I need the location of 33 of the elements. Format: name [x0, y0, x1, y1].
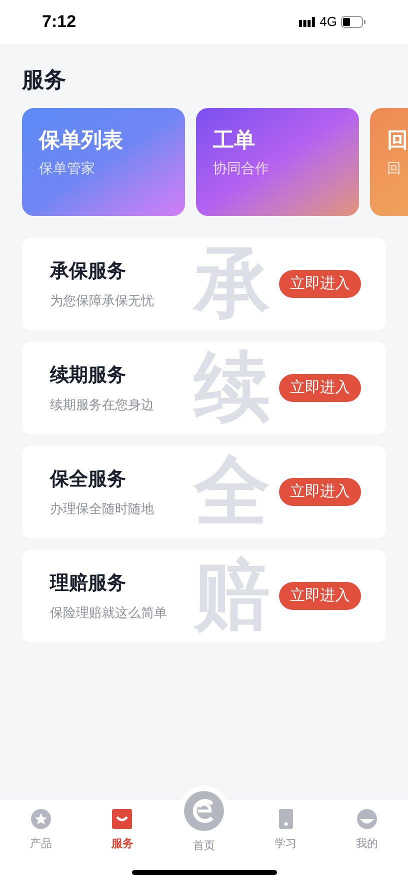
signal-icon [298, 17, 316, 27]
feature-card[interactable]: 回 回 [370, 108, 408, 216]
page-title: 服务 [22, 66, 66, 94]
network-label: 4G [320, 13, 337, 32]
feature-title: 回 [387, 128, 408, 154]
feature-subtitle: 协同合作 [213, 159, 269, 178]
feature-title: 保单列表 [39, 128, 123, 154]
enter-button[interactable]: 立即进入 [279, 374, 361, 402]
service-title: 续期服务 [50, 364, 126, 388]
feature-card[interactable]: 工单 协同合作 [196, 108, 359, 216]
service-title: 承保服务 [50, 260, 126, 284]
feature-subtitle: 回 [387, 159, 401, 178]
enter-button[interactable]: 立即进入 [279, 478, 361, 506]
service-subtitle: 为您保障承保无忧 [50, 292, 154, 310]
service-title: 保全服务 [50, 468, 126, 492]
service-title: 理赔服务 [50, 572, 126, 596]
tab-item[interactable]: 我的 [326, 800, 408, 854]
enter-button[interactable]: 立即进入 [279, 270, 361, 298]
face-icon [356, 808, 378, 830]
service-subtitle: 续期服务在您身边 [50, 396, 154, 414]
smile-bag-icon [111, 808, 134, 830]
tab-item[interactable]: 服务 [82, 800, 164, 854]
tab-item[interactable]: 学习 [244, 800, 326, 854]
tab-item[interactable]: 首页 [163, 790, 245, 854]
tab-item[interactable]: 产品 [0, 800, 82, 854]
feature-title: 工单 [213, 128, 255, 154]
feature-subtitle: 保单管家 [39, 159, 95, 178]
feature-card[interactable]: 保单列表 保单管家 [22, 108, 185, 216]
battery-icon [341, 16, 366, 28]
service-subtitle: 办理保全随时随地 [50, 500, 154, 518]
status-time: 7:12 [42, 11, 76, 34]
service-subtitle: 保险理赔就这么简单 [50, 604, 167, 622]
enter-button[interactable]: 立即进入 [279, 582, 361, 610]
